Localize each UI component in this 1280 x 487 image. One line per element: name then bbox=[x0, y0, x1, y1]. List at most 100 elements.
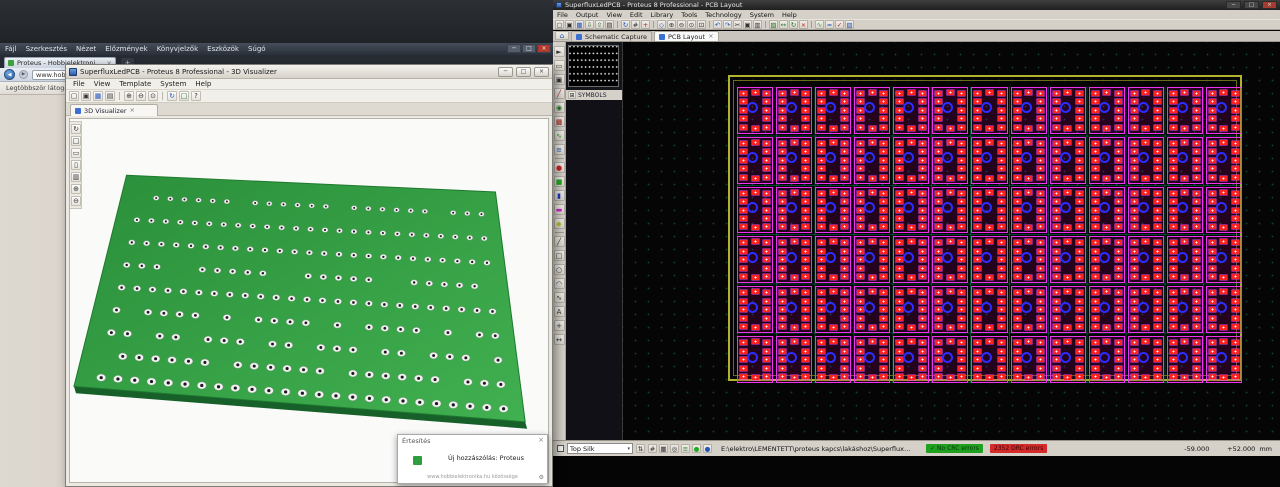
maximize-button[interactable]: □ bbox=[516, 66, 531, 77]
ratsnest-icon[interactable]: ∿ bbox=[815, 20, 824, 29]
grid-toggle-icon[interactable]: # bbox=[631, 20, 640, 29]
maximize-button[interactable]: □ bbox=[522, 44, 536, 53]
footprint-cell[interactable] bbox=[1088, 186, 1125, 234]
footprint-cell[interactable] bbox=[1010, 286, 1047, 334]
footprint-cell[interactable] bbox=[932, 286, 969, 334]
footprint-cell[interactable] bbox=[815, 286, 852, 334]
3d-menu-system[interactable]: System bbox=[156, 80, 190, 88]
notification-popup[interactable]: Értesítés × Új hozzászólás: Proteus www.… bbox=[397, 434, 548, 484]
footprint-cell[interactable] bbox=[776, 336, 813, 383]
help-icon[interactable]: ? bbox=[191, 91, 201, 101]
footprint-cell[interactable] bbox=[893, 136, 930, 184]
footprint-cell[interactable] bbox=[854, 336, 891, 383]
footprint-cell[interactable] bbox=[1166, 87, 1203, 134]
3d-titlebar[interactable]: SuperfluxLedPCB - Proteus 8 Professional… bbox=[66, 65, 552, 79]
3d-menu-file[interactable]: File bbox=[69, 80, 89, 88]
footprint-cell[interactable] bbox=[932, 87, 969, 134]
footprint-cell[interactable] bbox=[1127, 136, 1164, 184]
footprint-cell[interactable] bbox=[1205, 236, 1242, 284]
import-icon[interactable]: ⇩ bbox=[585, 20, 594, 29]
round-pad-tool-icon[interactable]: ● bbox=[553, 162, 565, 173]
footprint-cell[interactable] bbox=[737, 336, 774, 383]
side-view-icon[interactable]: ▯ bbox=[71, 160, 81, 170]
footprint-cell[interactable] bbox=[1088, 336, 1125, 383]
pcb-menu-file[interactable]: File bbox=[553, 11, 572, 19]
footprint-cell[interactable] bbox=[1088, 286, 1125, 334]
footprint-cell[interactable] bbox=[1205, 186, 1242, 234]
pcb-menu-help[interactable]: Help bbox=[778, 11, 801, 19]
pcb-menu-edit[interactable]: Edit bbox=[626, 11, 647, 19]
footprint-cell[interactable] bbox=[1127, 286, 1164, 334]
open-icon[interactable]: ▣ bbox=[81, 91, 91, 101]
pick-parts-button[interactable]: ⊞ bbox=[568, 91, 576, 99]
footprint-cell[interactable] bbox=[1166, 186, 1203, 234]
print-icon[interactable]: ▤ bbox=[105, 91, 115, 101]
footprint-cell[interactable] bbox=[1010, 87, 1047, 134]
footprint-cell[interactable] bbox=[815, 87, 852, 134]
new-icon[interactable]: ▢ bbox=[69, 91, 79, 101]
circle-tool-icon[interactable]: ○ bbox=[553, 264, 565, 275]
new-layout-icon[interactable]: ▢ bbox=[555, 20, 564, 29]
footprint-cell[interactable] bbox=[1205, 87, 1242, 134]
pcb-editor-canvas[interactable] bbox=[623, 42, 1280, 440]
snap-toggle-icon[interactable]: # bbox=[648, 444, 657, 453]
footprint-cell[interactable] bbox=[776, 136, 813, 184]
footprint-cell[interactable] bbox=[1205, 286, 1242, 334]
footprint-cell[interactable] bbox=[1205, 136, 1242, 184]
pcb-menu-output[interactable]: Output bbox=[572, 11, 603, 19]
footprint-cell[interactable] bbox=[1166, 136, 1203, 184]
zoom-in-icon[interactable]: ⊕ bbox=[667, 20, 676, 29]
center-view-icon[interactable]: ◇ bbox=[657, 20, 666, 29]
pcb-menu-tools[interactable]: Tools bbox=[677, 11, 701, 19]
gear-icon[interactable]: ⚙ bbox=[539, 474, 544, 481]
pcb-menu-view[interactable]: View bbox=[602, 11, 625, 19]
minimize-button[interactable]: ─ bbox=[507, 44, 521, 53]
3d-menu-template[interactable]: Template bbox=[115, 80, 155, 88]
package-tool-icon[interactable]: ▣ bbox=[553, 74, 565, 85]
footprint-cell[interactable] bbox=[776, 87, 813, 134]
minimize-button[interactable]: ─ bbox=[1226, 1, 1241, 9]
square-pad-tool-icon[interactable]: ■ bbox=[553, 176, 565, 187]
footprint-cell[interactable] bbox=[893, 186, 930, 234]
selection-tool-icon[interactable]: ► bbox=[553, 46, 565, 57]
browser-menu-k-nyvjelz-k[interactable]: Könyvjelzők bbox=[157, 45, 198, 53]
footprint-cell[interactable] bbox=[1088, 236, 1125, 284]
footprint-cell[interactable] bbox=[1010, 136, 1047, 184]
close-button[interactable]: × bbox=[534, 66, 549, 77]
footprint-cell[interactable] bbox=[737, 286, 774, 334]
paste-icon[interactable]: ▥ bbox=[753, 20, 762, 29]
print-icon[interactable]: ▤ bbox=[605, 20, 614, 29]
pcb-titlebar[interactable]: SuperfluxLedPCB - Proteus 8 Professional… bbox=[553, 0, 1280, 10]
pcb-menu-technology[interactable]: Technology bbox=[701, 11, 745, 19]
browser-menu-el-zm-nyek[interactable]: Előzmények bbox=[105, 45, 147, 53]
connectivity-tool-icon[interactable]: ≡ bbox=[553, 144, 565, 155]
footprint-cell[interactable] bbox=[893, 236, 930, 284]
footprint-cell[interactable] bbox=[893, 87, 930, 134]
zoom-in-icon[interactable]: ⊕ bbox=[71, 184, 81, 194]
auto-route-icon[interactable]: ≈ bbox=[825, 20, 834, 29]
zoom-area-icon[interactable]: ⊡ bbox=[697, 20, 706, 29]
back-button[interactable]: ◀ bbox=[4, 69, 15, 80]
zoom-out-icon[interactable]: ⊖ bbox=[677, 20, 686, 29]
copy-icon[interactable]: ▣ bbox=[743, 20, 752, 29]
footprint-cell[interactable] bbox=[1049, 286, 1086, 334]
footprint-cell[interactable] bbox=[971, 286, 1008, 334]
forward-button[interactable]: ▶ bbox=[19, 70, 28, 79]
zoom-out-icon[interactable]: ⊖ bbox=[71, 196, 81, 206]
browser-menu-n-zet[interactable]: Nézet bbox=[76, 45, 96, 53]
path-tool-icon[interactable]: ∿ bbox=[553, 292, 565, 303]
footprint-cell[interactable] bbox=[737, 186, 774, 234]
footprint-cell[interactable] bbox=[737, 236, 774, 284]
footprint-cell[interactable] bbox=[971, 236, 1008, 284]
block-rotate-icon[interactable]: ↻ bbox=[789, 20, 798, 29]
tab-close-icon[interactable]: × bbox=[130, 107, 135, 114]
footprint-cell[interactable] bbox=[1088, 87, 1125, 134]
front-view-icon[interactable]: ▭ bbox=[71, 148, 81, 158]
3d-view-icon[interactable]: ▧ bbox=[845, 20, 854, 29]
zoom-out-icon[interactable]: ⊖ bbox=[136, 91, 146, 101]
save-icon[interactable]: ▦ bbox=[93, 91, 103, 101]
footprint-cell[interactable] bbox=[1049, 336, 1086, 383]
footprint-cell[interactable] bbox=[1049, 186, 1086, 234]
marker-tool-icon[interactable]: + bbox=[553, 320, 565, 331]
polar-coords-icon[interactable]: ◎ bbox=[670, 444, 679, 453]
